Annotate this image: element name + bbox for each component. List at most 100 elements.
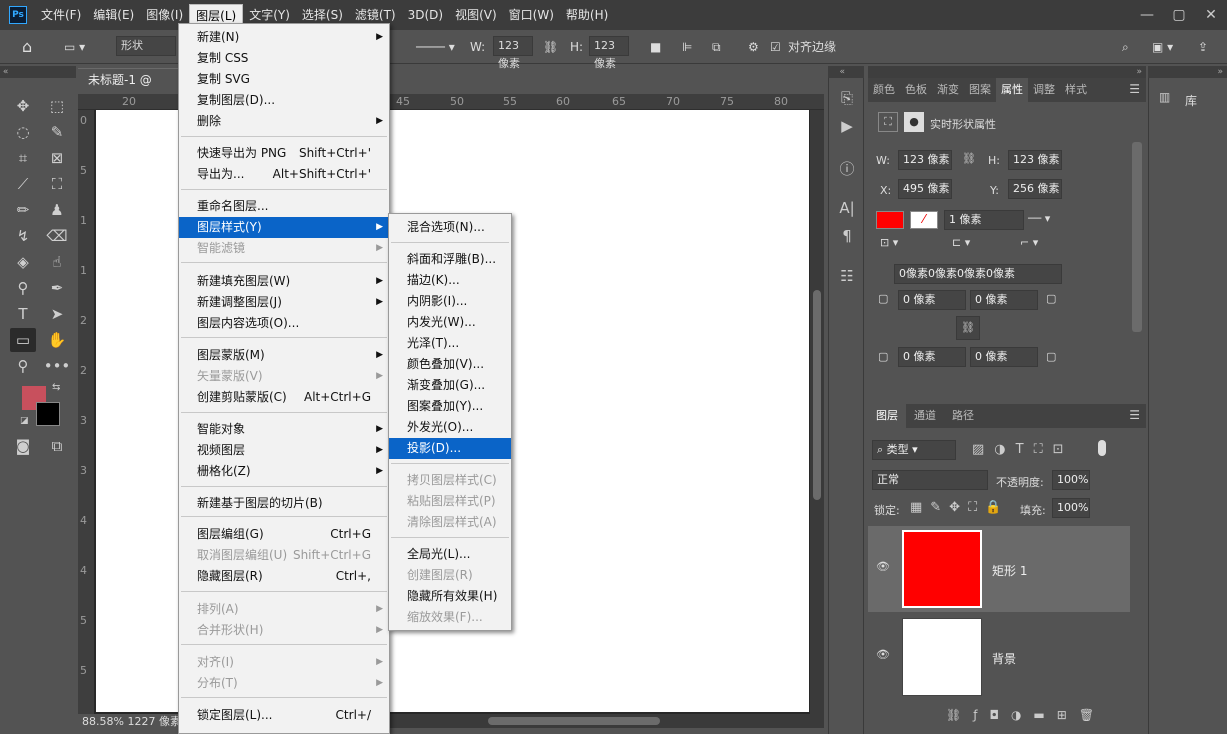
layer-style-item[interactable]: 隐藏所有效果(H) <box>389 586 511 607</box>
minimize-icon[interactable]: — <box>1131 0 1163 30</box>
frame-tool-icon[interactable]: ⊠ <box>44 146 70 170</box>
radius-tr-input[interactable]: 0 像素 <box>970 290 1038 310</box>
layer-style-item[interactable]: 图案叠加(Y)... <box>389 396 511 417</box>
layer-menu-item[interactable]: 新建填充图层(W) ▶ <box>179 271 389 292</box>
default-colors-icon[interactable]: ◪ <box>20 416 29 426</box>
menu-8[interactable]: 视图(V) <box>449 4 503 26</box>
layer-menu-item[interactable]: 重命名图层... <box>179 196 389 217</box>
layer-menu-item[interactable]: 复制图层(D)... <box>179 90 389 111</box>
props-tab-4[interactable]: 属性 <box>996 78 1028 102</box>
zoom-tool-icon[interactable]: ⚲ <box>10 354 36 378</box>
layer-menu-item[interactable]: 新建(N) ▶ <box>179 27 389 48</box>
layer-menu-item[interactable]: 复制 SVG <box>179 69 389 90</box>
fill-input[interactable]: 100% <box>1052 498 1090 518</box>
layer-menu-item[interactable]: 隐藏图层(R) Ctrl+, <box>179 566 389 587</box>
quick-mask-icon[interactable]: ◙ <box>10 434 36 458</box>
mask-properties-icon[interactable]: ● <box>904 112 924 132</box>
blur-tool-icon[interactable]: ☝ <box>44 250 70 274</box>
props-tab-2[interactable]: 渐变 <box>932 78 964 102</box>
shape-mode-select[interactable]: 形状 <box>116 36 176 56</box>
visibility-eye-icon[interactable]: 👁 <box>876 560 890 573</box>
healing-tool-icon[interactable]: ⛶ <box>44 172 70 196</box>
close-icon[interactable]: ✕ <box>1195 0 1227 30</box>
stroke-align-select[interactable]: ⊡ ▾ <box>880 236 898 249</box>
glyphs-icon[interactable]: ☷ <box>835 264 859 288</box>
document-tab[interactable]: 未标题-1 @ 88.6% <box>78 68 188 109</box>
layer-menu-item[interactable]: 图层蒙版(M) ▶ <box>179 345 389 366</box>
layer-actions[interactable]: ⛓ƒ◘◑▬⊞🗑 <box>946 708 1106 722</box>
paint-bucket-tool-icon[interactable]: ◈ <box>10 250 36 274</box>
path-arrangement-icon[interactable]: ⧉ <box>712 36 721 58</box>
layer-menu-item[interactable]: 图层样式(Y) ▶ <box>179 217 389 238</box>
layer-row[interactable]: 👁 矩形 1 <box>868 526 1130 612</box>
filter-toggle[interactable] <box>1098 440 1106 456</box>
all-corner-radii-input[interactable]: 0像素0像素0像素0像素 <box>894 264 1062 284</box>
mid-panel-collapse[interactable]: « <box>828 66 864 78</box>
fill-color-swatch[interactable] <box>876 211 904 229</box>
layer-menu-item[interactable]: 锁定图层(L)... Ctrl+/ <box>179 705 389 726</box>
actions-play-icon[interactable]: ▶ <box>835 114 859 138</box>
panel-menu-icon[interactable]: ☰ <box>1129 82 1140 96</box>
link-radii-icon[interactable]: ⛓ <box>956 316 980 340</box>
layer-style-item[interactable]: 描边(K)... <box>389 270 511 291</box>
radius-tl-input[interactable]: 0 像素 <box>898 290 966 310</box>
path-alignment-icon[interactable]: ⊫ <box>682 36 692 58</box>
quick-select-tool-icon[interactable]: ✎ <box>44 120 70 144</box>
w-input[interactable]: 123 像素 <box>898 150 952 170</box>
lock-icons[interactable]: ▦✎✥⛶🔒 <box>910 500 1009 515</box>
background-color-swatch[interactable] <box>36 402 60 426</box>
library-icon[interactable]: ▥ <box>1159 90 1170 104</box>
layer-menu-item[interactable]: 导出为... Alt+Shift+Ctrl+' <box>179 164 389 185</box>
layer-menu-item[interactable]: 图层编组(G) Ctrl+G <box>179 524 389 545</box>
dodge-tool-icon[interactable]: ⚲ <box>10 276 36 300</box>
layer-menu-item[interactable]: 复制 CSS <box>179 48 389 69</box>
eyedropper-tool-icon[interactable]: ⟋ <box>10 172 36 196</box>
marquee-tool-icon[interactable]: ⬚ <box>44 94 70 118</box>
swap-colors-icon[interactable]: ⇆ <box>52 382 60 393</box>
stroke-type-select[interactable]: ── ▾ <box>1028 212 1050 225</box>
radius-br-input[interactable]: 0 像素 <box>970 347 1038 367</box>
radius-bl-input[interactable]: 0 像素 <box>898 347 966 367</box>
vertical-scrollbar[interactable] <box>810 110 824 714</box>
layer-style-item[interactable]: 混合选项(N)... <box>389 217 511 238</box>
props-tab-6[interactable]: 样式 <box>1060 78 1092 102</box>
width-input[interactable]: 123 像素 <box>493 36 533 70</box>
layer-menu-item[interactable]: 智能对象 ▶ <box>179 419 389 440</box>
layer-style-item[interactable]: 光泽(T)... <box>389 333 511 354</box>
tool-preset-icon[interactable]: ▭ ▾ <box>64 36 85 58</box>
layer-menu-item[interactable]: 栅格化(Z) ▶ <box>179 461 389 482</box>
layer-menu-item[interactable]: 新建基于图层的切片(B) <box>179 493 389 514</box>
blend-mode-select[interactable]: 正常 <box>872 470 988 490</box>
menu-0[interactable]: 文件(F) <box>35 4 87 26</box>
layer-style-item[interactable]: 投影(D)... <box>389 438 511 459</box>
props-collapse[interactable]: » <box>868 66 1146 78</box>
stroke-width-input[interactable]: 1 像素 <box>944 210 1024 230</box>
layers-tab-2[interactable]: 路径 <box>944 404 982 428</box>
hand-tool-icon[interactable]: ✋ <box>44 328 70 352</box>
search-icon[interactable]: ⌕ <box>1122 36 1129 58</box>
share-icon[interactable]: ⇪ <box>1198 36 1208 58</box>
character-icon[interactable]: A| <box>835 196 859 220</box>
move-tool-icon[interactable]: ✥ <box>10 94 36 118</box>
layer-menu-item[interactable]: 图层内容选项(O)... <box>179 313 389 334</box>
type-tool-icon[interactable]: T <box>10 302 36 326</box>
rectangle-tool-icon[interactable]: ▭ <box>10 328 36 352</box>
opacity-input[interactable]: 100% <box>1052 470 1090 490</box>
library-collapse[interactable]: » <box>1148 66 1227 78</box>
y-input[interactable]: 256 像素 <box>1008 179 1062 199</box>
menu-10[interactable]: 帮助(H) <box>560 4 614 26</box>
link-dimensions-icon[interactable]: ⛓ <box>962 152 976 165</box>
layers-tab-0[interactable]: 图层 <box>868 404 906 428</box>
visibility-eye-icon[interactable]: 👁 <box>876 648 890 661</box>
layers-menu-icon[interactable]: ☰ <box>1129 408 1140 422</box>
layer-style-item[interactable]: 外发光(O)... <box>389 417 511 438</box>
history-brush-tool-icon[interactable]: ↯ <box>10 224 36 248</box>
menu-1[interactable]: 编辑(E) <box>87 4 140 26</box>
h-input[interactable]: 123 像素 <box>1008 150 1062 170</box>
x-input[interactable]: 495 像素 <box>898 179 952 199</box>
stroke-corner-select[interactable]: ⌐ ▾ <box>1020 236 1038 249</box>
gear-icon[interactable]: ⚙ <box>748 36 759 58</box>
link-icon[interactable]: ⛓ <box>543 36 558 58</box>
layer-menu-item[interactable]: 新建调整图层(J) ▶ <box>179 292 389 313</box>
more-tools-icon[interactable]: ••• <box>44 354 71 378</box>
